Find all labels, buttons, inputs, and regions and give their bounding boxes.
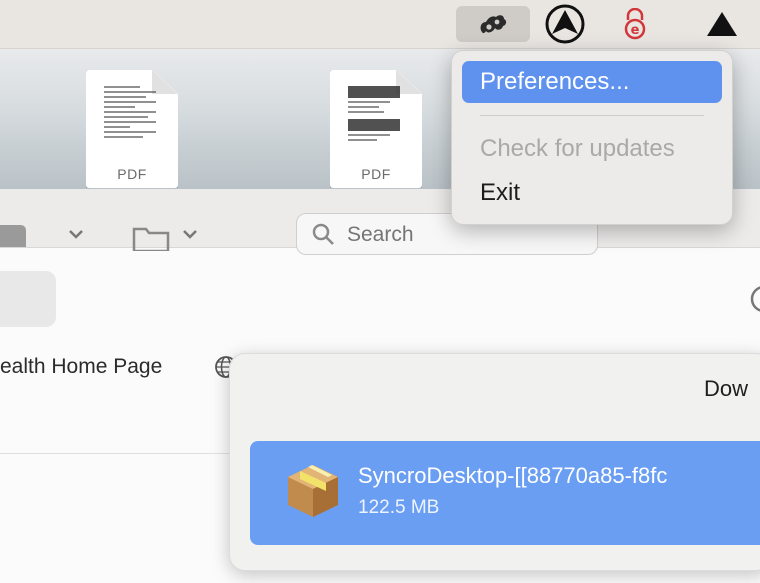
syncro-icon: [480, 15, 507, 34]
pdf-file-1[interactable]: PDF: [86, 70, 178, 188]
search-input[interactable]: [345, 222, 579, 248]
clock-icon[interactable]: [750, 285, 760, 313]
downloads-title: Dow: [704, 376, 749, 401]
e-reader-icon: e: [624, 8, 646, 40]
navigation-icon: [545, 4, 585, 44]
pdf-thumbnail: [104, 86, 156, 141]
menu-item-check-for-updates: Check for updates: [480, 135, 675, 162]
download-size: 122.5 MB: [358, 497, 440, 518]
triangle-icon: [707, 12, 737, 36]
address-bar[interactable]: [0, 271, 56, 327]
search-icon: [312, 223, 334, 245]
sidebar-icon[interactable]: [0, 221, 34, 247]
folder-icon[interactable]: [132, 223, 172, 251]
triangle-menubar-item[interactable]: [700, 6, 744, 42]
pdf-file-2[interactable]: PDF: [330, 70, 422, 188]
bookmark-health-home-page[interactable]: ealth Home Page: [0, 355, 162, 379]
pdf-thumbnail: [348, 86, 400, 144]
download-filename: SyncroDesktop-[[88770a85-f8fc: [358, 463, 668, 488]
syncro-menubar-item[interactable]: [456, 6, 530, 42]
menu-separator: [480, 115, 704, 116]
menu-item-exit[interactable]: Exit: [462, 172, 722, 214]
svg-text:e: e: [631, 23, 640, 38]
chevron-down-icon[interactable]: [182, 229, 198, 241]
navigation-menubar-item[interactable]: [540, 4, 590, 44]
download-item[interactable]: SyncroDesktop-[[88770a85-f8fc 122.5 MB: [250, 441, 760, 545]
syncro-menu: Preferences... Check for updates Exit: [451, 50, 733, 225]
file-type-label: PDF: [361, 166, 391, 182]
menu-bar: e: [0, 0, 760, 49]
chevron-down-icon[interactable]: [68, 229, 84, 241]
menu-item-preferences[interactable]: Preferences...: [462, 61, 722, 103]
file-type-label: PDF: [117, 166, 147, 182]
e-reader-menubar-item[interactable]: e: [610, 6, 660, 42]
downloads-popover: Dow SyncroDesktop-[[88770a85-f8fc 122.5 …: [229, 353, 760, 571]
package-icon: [288, 465, 338, 517]
